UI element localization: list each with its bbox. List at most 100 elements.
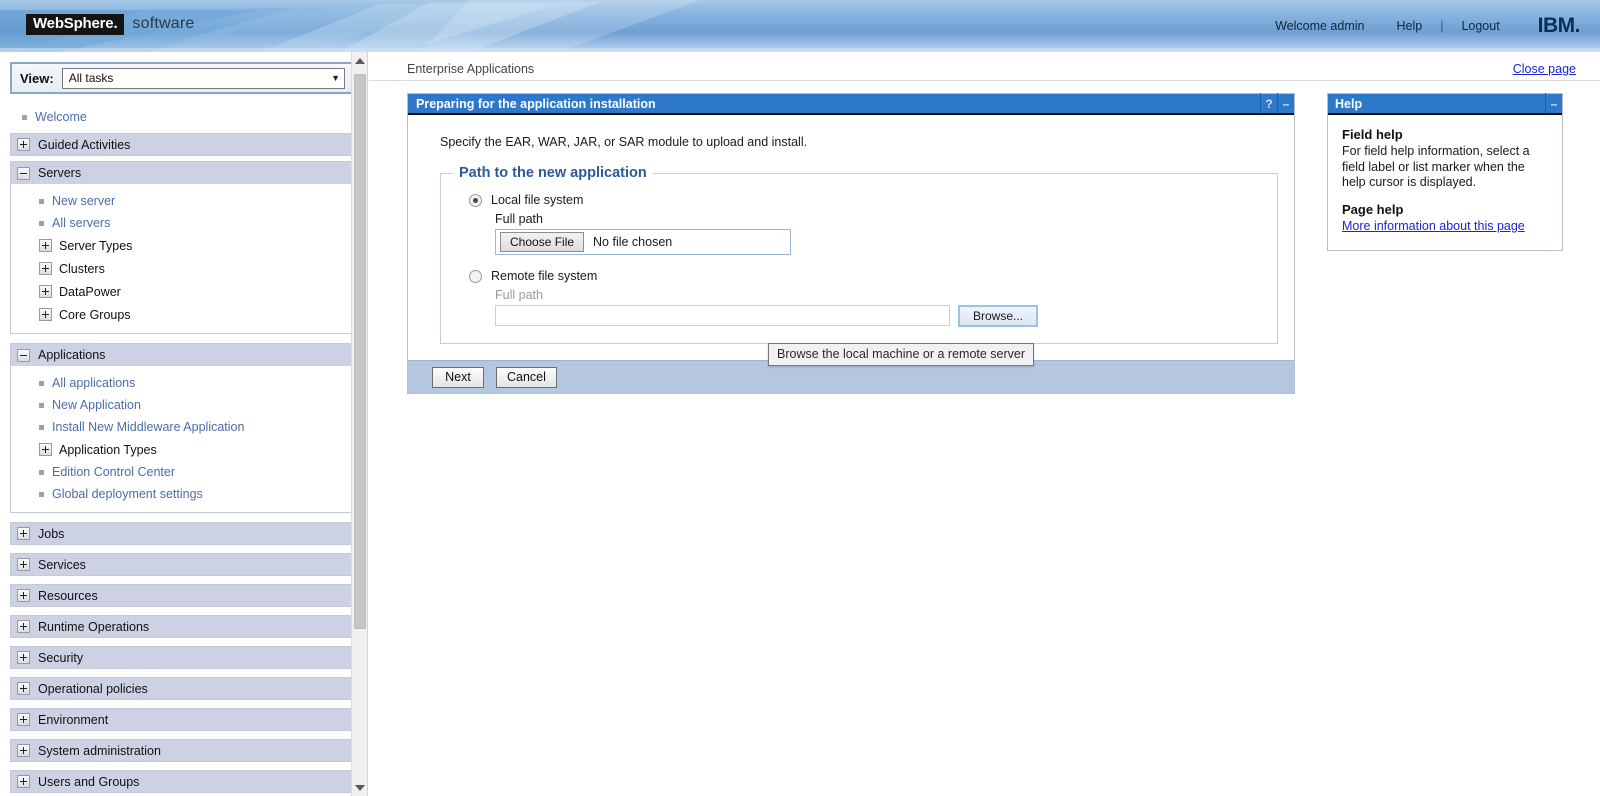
sidebar-section-environment[interactable]: Environment	[10, 708, 355, 731]
sidebar-section-users-and-groups[interactable]: Users and Groups	[10, 770, 355, 793]
logout-link[interactable]: Logout	[1445, 19, 1515, 33]
sidebar-item-label: Application Types	[59, 442, 157, 457]
radio-label-local: Local file system	[491, 193, 584, 207]
sidebar-section-label: Applications	[38, 348, 106, 362]
bullet-icon	[39, 380, 44, 386]
sidebar-item-datapower[interactable]: DataPower	[11, 280, 354, 303]
radio-label-remote: Remote file system	[491, 269, 598, 283]
local-file-input[interactable]: Choose File No file chosen	[495, 229, 791, 255]
view-selector-box: View: All tasks ▼	[10, 62, 355, 94]
minimize-icon[interactable]: –	[1545, 93, 1562, 114]
help-link[interactable]: Help	[1380, 19, 1438, 33]
bullet-icon	[39, 469, 44, 475]
sidebar-item-label: Welcome	[35, 110, 87, 124]
view-select[interactable]: All tasks ▼	[61, 67, 345, 89]
top-banner: WebSphere. software Welcome admin Help |…	[0, 0, 1600, 52]
radio-remote-file-system[interactable]	[469, 269, 482, 283]
portlet-body: Specify the EAR, WAR, JAR, or SAR module…	[408, 115, 1294, 344]
page-help-link[interactable]: More information about this page	[1342, 219, 1550, 235]
bullet-icon	[39, 424, 44, 430]
plus-icon	[39, 308, 52, 321]
sidebar-item-all-applications[interactable]: All applications	[11, 372, 354, 394]
chosen-file-name: No file chosen	[593, 235, 673, 249]
sidebar-item-label: Server Types	[59, 238, 133, 253]
minus-icon	[17, 166, 30, 180]
sidebar-item-clusters[interactable]: Clusters	[11, 257, 354, 280]
bullet-icon	[39, 198, 44, 204]
plus-icon	[39, 239, 52, 252]
sidebar-item-install-new-middleware-application[interactable]: Install New Middleware Application	[11, 416, 354, 438]
path-to-new-application-fieldset: Path to the new application Local file s…	[440, 165, 1278, 344]
help-portlet: Help – Field help For field help informa…	[1327, 93, 1563, 251]
local-file-system-radio-row[interactable]: Local file system	[469, 193, 1265, 207]
sidebar-section-services[interactable]: Services	[10, 553, 355, 576]
sidebar-item-new-server[interactable]: New server	[11, 190, 354, 212]
sidebar-section-servers[interactable]: Servers	[10, 161, 355, 184]
bullet-icon	[39, 220, 44, 226]
scroll-down-arrow-icon[interactable]	[352, 779, 367, 796]
breadcrumb-bar: Enterprise Applications Close page	[369, 60, 1600, 82]
sidebar-section-system-administration[interactable]: System administration	[10, 739, 355, 762]
sidebar-item-all-servers[interactable]: All servers	[11, 212, 354, 234]
remote-full-path-label: Full path	[495, 288, 543, 302]
sidebar-section-label: Servers	[38, 166, 82, 180]
sidebar-item-server-types[interactable]: Server Types	[11, 234, 354, 257]
remote-file-system-radio-row[interactable]: Remote file system	[469, 269, 1265, 283]
local-full-path-label: Full path	[495, 212, 543, 226]
software-label: software	[132, 15, 195, 32]
sidebar-nav: Welcome Guided Activities Servers New se…	[0, 106, 367, 793]
plus-icon	[17, 682, 30, 695]
plus-icon	[39, 443, 52, 456]
page-body: View: All tasks ▼ Welcome Guided Activit…	[0, 52, 1600, 796]
sidebar-section-security[interactable]: Security	[10, 646, 355, 669]
view-label: View:	[20, 70, 54, 86]
sidebar-section-label: Environment	[38, 712, 109, 727]
sidebar-item-label: Core Groups	[59, 307, 131, 322]
scroll-up-arrow-icon[interactable]	[352, 52, 367, 69]
field-help-heading: Field help	[1342, 127, 1403, 142]
banner-separator: |	[1440, 19, 1444, 33]
portlet-title-bar: Preparing for the application installati…	[408, 93, 1294, 115]
sidebar-item-label: New Application	[52, 398, 141, 412]
sidebar-section-guided-activities[interactable]: Guided Activities	[10, 133, 355, 156]
remote-path-input[interactable]	[495, 305, 950, 326]
browse-button-tooltip: Browse the local machine or a remote ser…	[768, 343, 1035, 366]
help-portlet-body: Field help For field help information, s…	[1328, 115, 1562, 240]
sidebar-section-label: Runtime Operations	[38, 619, 150, 634]
sidebar-section-label: Security	[38, 650, 84, 665]
sidebar-section-label: Guided Activities	[38, 137, 131, 152]
view-select-value: All tasks	[68, 71, 114, 85]
sidebar-section-applications[interactable]: Applications	[10, 343, 355, 366]
minus-icon	[17, 348, 30, 362]
breadcrumb-divider	[369, 80, 1600, 81]
remote-full-path-group: Full path Browse...	[495, 288, 1265, 327]
sidebar-item-edition-control-center[interactable]: Edition Control Center	[11, 461, 354, 483]
sidebar-section-operational-policies[interactable]: Operational policies	[10, 677, 355, 700]
choose-file-button[interactable]: Choose File	[500, 232, 585, 252]
sidebar-item-new-application[interactable]: New Application	[11, 394, 354, 416]
sidebar-item-global-deployment-settings[interactable]: Global deployment settings	[11, 483, 354, 505]
sidebar-section-jobs[interactable]: Jobs	[10, 522, 355, 545]
sidebar-section-resources[interactable]: Resources	[10, 584, 355, 607]
plus-icon	[17, 589, 30, 602]
sidebar-item-label: DataPower	[59, 284, 121, 299]
sidebar-item-application-types[interactable]: Application Types	[11, 438, 354, 461]
sidebar-section-label: Operational policies	[38, 681, 148, 696]
sidebar-scrollbar[interactable]	[351, 52, 367, 796]
close-page-link[interactable]: Close page	[1513, 62, 1576, 76]
sidebar-item-welcome[interactable]: Welcome	[0, 106, 367, 128]
plus-icon	[17, 775, 30, 788]
radio-local-file-system[interactable]	[469, 193, 482, 207]
banner-actions: Welcome admin Help | Logout IBM.	[1259, 0, 1580, 52]
cancel-button[interactable]: Cancel	[496, 366, 557, 388]
browse-button[interactable]: Browse...	[958, 305, 1038, 327]
scrollbar-thumb[interactable]	[354, 74, 366, 629]
plus-icon	[17, 138, 30, 151]
websphere-logo: WebSphere. software	[26, 12, 195, 36]
minimize-icon[interactable]: –	[1277, 93, 1294, 114]
sidebar-item-core-groups[interactable]: Core Groups	[11, 303, 354, 326]
sidebar-section-runtime-operations[interactable]: Runtime Operations	[10, 615, 355, 638]
help-icon[interactable]: ?	[1260, 93, 1277, 114]
next-button[interactable]: Next	[432, 366, 484, 388]
plus-icon	[17, 527, 30, 540]
